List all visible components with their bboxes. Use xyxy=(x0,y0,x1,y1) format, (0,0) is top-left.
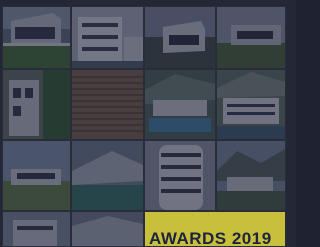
photo-riverside-apartments xyxy=(217,70,285,139)
architecture-photo-mosaic: AWARDS 2019 xyxy=(0,0,296,247)
photo-mountain-resort-pool xyxy=(145,70,215,139)
mosaic-border xyxy=(0,6,2,247)
photo-concrete-residence xyxy=(217,7,285,68)
awards-banner: AWARDS 2019 xyxy=(145,212,285,246)
mosaic-border xyxy=(0,0,296,6)
mosaic-border xyxy=(286,6,296,247)
photo-partial-building xyxy=(3,212,70,246)
photo-modern-house-with-lawn xyxy=(3,7,70,68)
photo-timber-slat-facade xyxy=(72,70,143,139)
photo-facade-with-greenery xyxy=(3,70,70,139)
photo-partial-house xyxy=(72,212,143,246)
photo-sloped-roof-pavilion xyxy=(72,141,143,210)
photo-low-house-in-meadow xyxy=(3,141,70,210)
photo-curved-office-tower xyxy=(145,141,215,210)
photo-mountain-valley-house xyxy=(217,141,285,210)
photo-white-apartment-block xyxy=(72,7,143,68)
photo-hillside-villa xyxy=(145,7,215,68)
awards-title: AWARDS 2019 xyxy=(149,229,272,246)
